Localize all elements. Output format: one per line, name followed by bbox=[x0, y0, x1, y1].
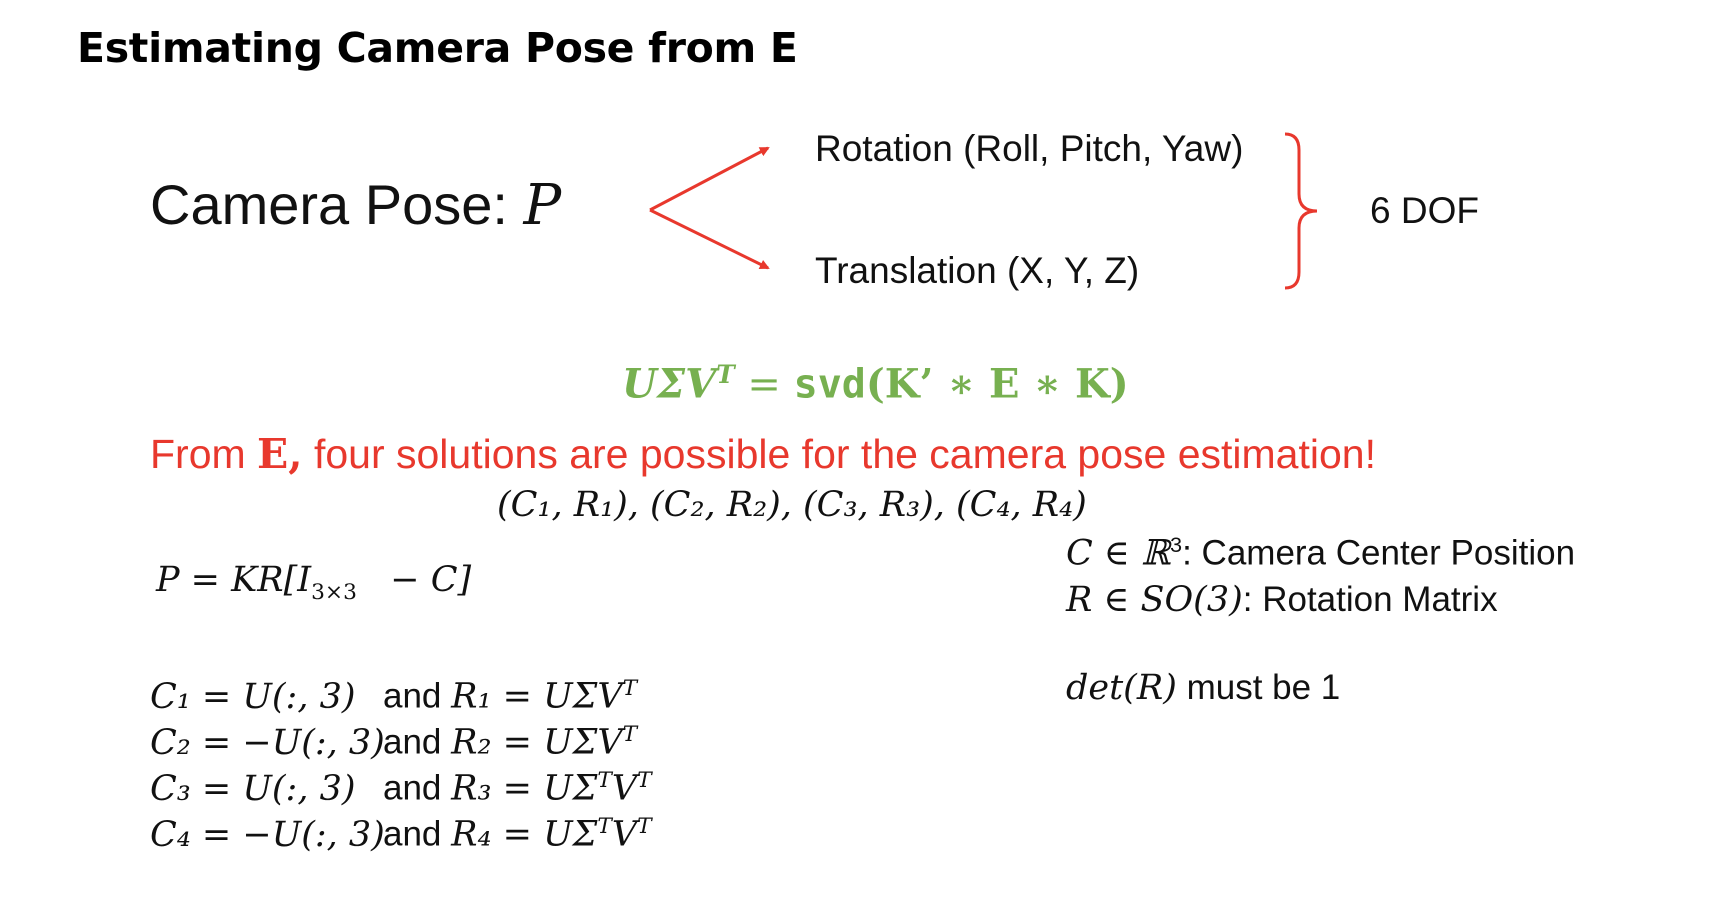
right-brace-icon bbox=[1284, 132, 1318, 290]
solution-r2: V bbox=[611, 768, 638, 809]
solution-c: C₂ = −U(:, 3) bbox=[150, 722, 385, 763]
translation-label: Translation (X, Y, Z) bbox=[815, 250, 1140, 291]
solution-c: C₁ = U(:, 3) bbox=[150, 676, 356, 717]
solution-row-3: C₃ = U(:, 3) and R₃ = UΣTVT bbox=[150, 768, 652, 809]
determinant-note: det(R) must be 1 bbox=[1066, 668, 1340, 708]
svd-equation: UΣVT = svd(K’ ∗ E ∗ K) bbox=[622, 360, 1129, 407]
svd-equals: = bbox=[734, 361, 794, 408]
solution-and: and bbox=[383, 722, 442, 762]
branch-arrows-icon bbox=[649, 146, 770, 270]
det-text: must be 1 bbox=[1176, 668, 1341, 707]
solution-and: and bbox=[383, 768, 442, 808]
camera-pose-text: Camera Pose: bbox=[150, 173, 524, 236]
projection-sub: 3×3 bbox=[311, 580, 357, 605]
slide: { "title": "Estimating Camera Pose from … bbox=[0, 0, 1714, 902]
rotation-label: Rotation (Roll, Pitch, Yaw) bbox=[815, 128, 1244, 169]
arrow-down bbox=[649, 208, 770, 270]
solution-r2: V bbox=[611, 814, 638, 855]
solution-r-sup: T bbox=[597, 814, 612, 839]
svd-lhs-sup: T bbox=[716, 360, 735, 389]
four-solutions-statement: From E, four solutions are possible for … bbox=[150, 430, 1376, 478]
center-sup: 3 bbox=[1170, 532, 1183, 557]
camera-pose-symbol: P bbox=[523, 173, 562, 238]
rotation-math: R ∈ SO(3) bbox=[1066, 580, 1243, 620]
solution-c: C₃ = U(:, 3) bbox=[150, 768, 356, 809]
rotation-text: : Rotation Matrix bbox=[1242, 580, 1498, 619]
statement-E: E, bbox=[257, 430, 303, 478]
solution-r: R₄ = UΣ bbox=[451, 814, 598, 855]
projection-equation: P = KR[I3×3 − C] bbox=[156, 560, 471, 605]
solution-c: C₄ = −U(:, 3) bbox=[150, 814, 385, 855]
projection-rhs: − C] bbox=[356, 560, 472, 600]
solution-r-sup: T bbox=[622, 722, 638, 747]
center-math: C ∈ ℝ bbox=[1066, 533, 1171, 574]
camera-center-definition: C ∈ ℝ3: Camera Center Position bbox=[1066, 532, 1575, 574]
solution-and: and bbox=[383, 676, 442, 716]
arrow-up bbox=[649, 146, 770, 212]
solution-r: R₃ = UΣ bbox=[451, 768, 598, 809]
solution-pairs: (C₁, R₁), (C₂, R₂), (C₃, R₃), (C₄, R₄) bbox=[497, 485, 1087, 525]
svd-func: svd bbox=[793, 361, 866, 408]
solution-r2-sup: T bbox=[637, 814, 652, 839]
rotation-matrix-definition: R ∈ SO(3): Rotation Matrix bbox=[1066, 580, 1498, 620]
solution-r: R₂ = UΣV bbox=[451, 722, 623, 763]
projection-lhs: P = KR[I bbox=[156, 560, 312, 600]
statement-prefix: From bbox=[150, 431, 258, 477]
solution-r-sup: T bbox=[597, 768, 612, 793]
svd-args: (K’ ∗ E ∗ K) bbox=[865, 360, 1129, 408]
solution-and: and bbox=[383, 814, 442, 854]
solution-r-sup: T bbox=[622, 676, 638, 701]
dof-label: 6 DOF bbox=[1370, 190, 1479, 231]
slide-title: Estimating Camera Pose from E bbox=[77, 24, 798, 72]
statement-suffix: four solutions are possible for the came… bbox=[302, 431, 1376, 477]
center-text: : Camera Center Position bbox=[1182, 533, 1576, 573]
solution-row-4: C₄ = −U(:, 3)and R₄ = UΣTVT bbox=[150, 814, 652, 855]
det-math: det(R) bbox=[1066, 668, 1177, 708]
solution-r2-sup: T bbox=[637, 768, 652, 793]
solution-row-1: C₁ = U(:, 3) and R₁ = UΣVT bbox=[150, 676, 637, 717]
svd-lhs: UΣV bbox=[622, 360, 717, 408]
solution-r: R₁ = UΣV bbox=[451, 676, 623, 717]
camera-pose-label: Camera Pose: P bbox=[150, 172, 561, 238]
solution-row-2: C₂ = −U(:, 3)and R₂ = UΣVT bbox=[150, 722, 637, 763]
